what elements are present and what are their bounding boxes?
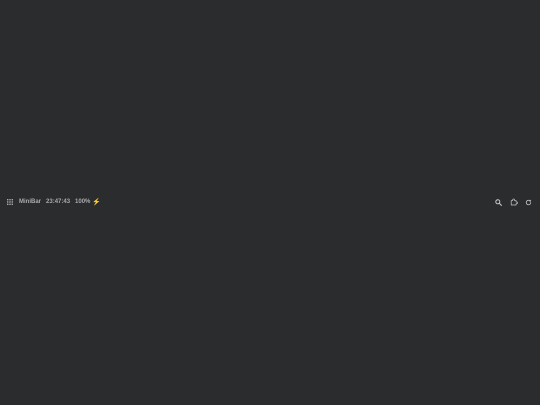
charging-bolt-icon: ⚡ bbox=[92, 198, 102, 206]
minibar-right bbox=[489, 197, 540, 208]
apps-grid-icon[interactable] bbox=[6, 199, 13, 206]
refresh-icon[interactable] bbox=[523, 197, 534, 208]
search-icon[interactable] bbox=[493, 197, 504, 208]
minibar-title: MiniBar bbox=[19, 199, 42, 205]
battery-percent: 100% bbox=[75, 199, 91, 205]
extension-icon[interactable] bbox=[508, 197, 519, 208]
clock: 23:47:43 bbox=[46, 199, 71, 205]
minibar: MiniBar 23:47:43 100% ⚡ bbox=[0, 195, 540, 209]
desktop: MiniBar 23:47:43 100% ⚡ bbox=[0, 0, 540, 405]
minibar-left: MiniBar 23:47:43 100% ⚡ bbox=[0, 199, 101, 206]
battery-status: 100% ⚡ bbox=[75, 199, 101, 206]
